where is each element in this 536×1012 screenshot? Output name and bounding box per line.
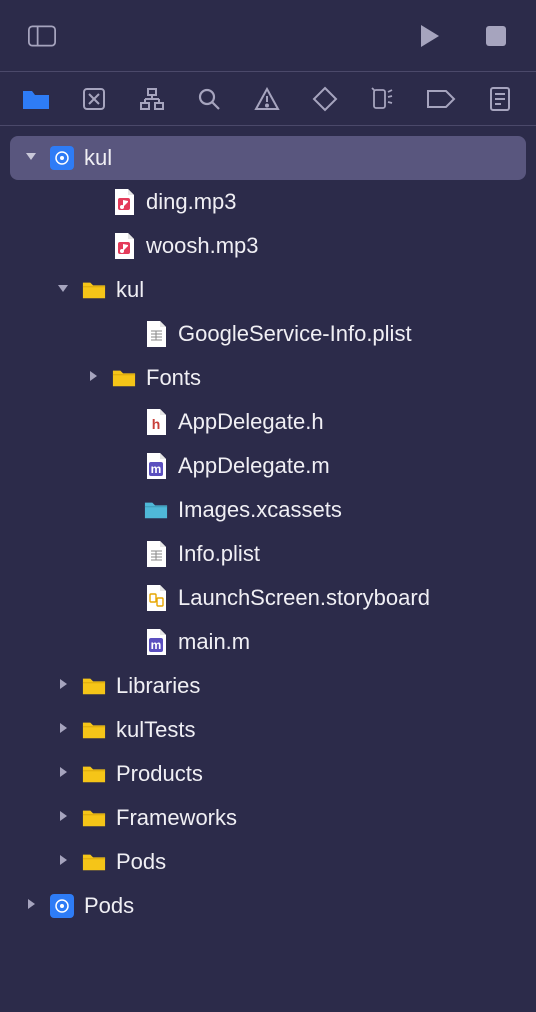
stop-icon[interactable] [482,25,510,47]
test-navigator-icon[interactable] [311,84,339,114]
tree-item-label: kul [84,145,112,171]
pods-project-icon [50,892,74,920]
tree-item-folder[interactable]: kulTests [10,708,526,752]
tree-item-label: Libraries [116,673,200,699]
run-icon[interactable] [416,25,444,47]
tree-item-label: LaunchScreen.storyboard [178,585,430,611]
tree-item-label: main.m [178,629,250,655]
tree-item-label: Images.xcassets [178,497,342,523]
svg-text:h: h [152,416,161,432]
debug-navigator-icon[interactable] [369,84,397,114]
chevron-right-icon[interactable] [54,765,72,783]
chevron-right-icon[interactable] [54,721,72,739]
tree-item-label: Info.plist [178,541,260,567]
assets-folder-icon [144,496,168,524]
tree-item[interactable]: GoogleService-Info.plist [10,312,526,356]
folder-icon [112,364,136,392]
folder-icon [82,672,106,700]
folder-icon [82,848,106,876]
chevron-right-icon[interactable] [54,809,72,827]
header-file-icon: h [144,408,168,436]
tree-item-folder[interactable]: Libraries [10,664,526,708]
tree-item[interactable]: m AppDelegate.m [10,444,526,488]
find-navigator-icon[interactable] [195,84,223,114]
issue-navigator-icon[interactable] [253,84,281,114]
audio-file-icon [112,188,136,216]
tree-item-folder[interactable]: kul [10,268,526,312]
tree-item-label: kulTests [116,717,195,743]
tree-item-label: AppDelegate.m [178,453,330,479]
tree-item-folder[interactable]: Frameworks [10,796,526,840]
tree-item-label: Fonts [146,365,201,391]
chevron-down-icon[interactable] [54,281,72,299]
chevron-right-icon[interactable] [84,369,102,387]
impl-file-icon: m [144,628,168,656]
project-navigator-tree: kul ding.mp3 woosh.mp3 kul GoogleService… [0,126,536,928]
folder-icon [82,804,106,832]
tree-item-label: woosh.mp3 [146,233,259,259]
tree-item-label: Pods [84,893,134,919]
chevron-right-icon[interactable] [22,897,40,915]
navigator-toolbar [0,72,536,126]
chevron-down-icon[interactable] [22,149,40,167]
svg-text:m: m [151,462,162,476]
tree-item-root[interactable]: kul [10,136,526,180]
symbol-navigator-icon[interactable] [138,84,166,114]
tree-item-folder[interactable]: Pods [10,840,526,884]
folder-icon [82,760,106,788]
tree-item[interactable]: m main.m [10,620,526,664]
window-toolbar [0,0,536,72]
tree-item[interactable]: Info.plist [10,532,526,576]
toggle-sidebar-icon[interactable] [28,25,56,47]
report-navigator-icon[interactable] [486,84,514,114]
chevron-right-icon[interactable] [54,853,72,871]
plist-file-icon [144,320,168,348]
storyboard-file-icon [144,584,168,612]
tree-item-label: Frameworks [116,805,237,831]
tree-item-label: ding.mp3 [146,189,237,215]
folder-icon [82,716,106,744]
tree-item-label: AppDelegate.h [178,409,324,435]
tree-item-label: GoogleService-Info.plist [178,321,412,347]
tree-item-label: Products [116,761,203,787]
folder-icon [82,276,106,304]
app-project-icon [50,144,74,172]
audio-file-icon [112,232,136,260]
tree-item-folder[interactable]: Fonts [10,356,526,400]
tree-item[interactable]: woosh.mp3 [10,224,526,268]
breakpoint-navigator-icon[interactable] [426,84,456,114]
source-control-navigator-icon[interactable] [80,84,108,114]
chevron-right-icon[interactable] [54,677,72,695]
tree-item[interactable]: h AppDelegate.h [10,400,526,444]
tree-item[interactable]: ding.mp3 [10,180,526,224]
plist-file-icon [144,540,168,568]
project-navigator-icon[interactable] [22,84,50,114]
svg-text:m: m [151,638,162,652]
tree-item-label: Pods [116,849,166,875]
tree-item[interactable]: LaunchScreen.storyboard [10,576,526,620]
tree-item-root[interactable]: Pods [10,884,526,928]
impl-file-icon: m [144,452,168,480]
tree-item-label: kul [116,277,144,303]
tree-item-folder[interactable]: Products [10,752,526,796]
tree-item[interactable]: Images.xcassets [10,488,526,532]
